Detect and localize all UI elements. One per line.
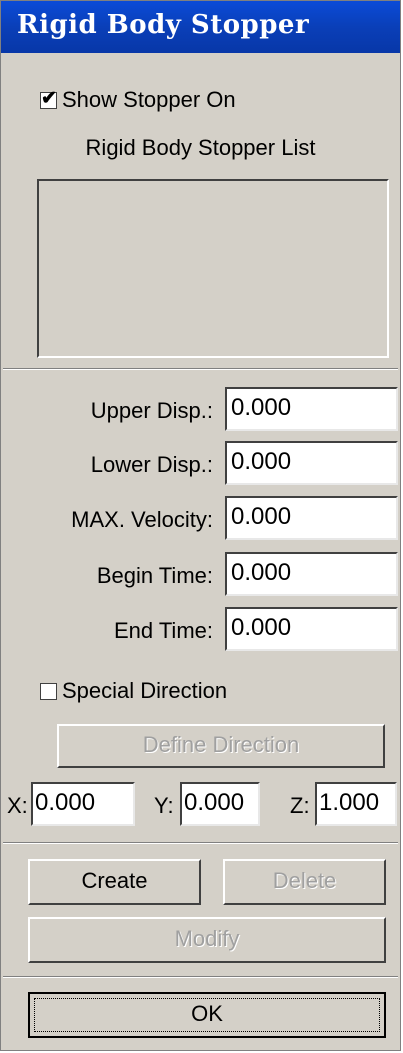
define-direction-button[interactable]: Define Direction: [57, 724, 385, 768]
upper-disp-label: Upper Disp.:: [90, 398, 213, 423]
show-stopper-checkbox[interactable]: ✔: [40, 88, 57, 109]
rigid-body-stopper-dialog: Rigid Body Stopper ✔ Show Stopper On Rig…: [0, 0, 401, 1051]
end-time-label: End Time:: [113, 618, 213, 643]
y-label: Y:: [154, 793, 174, 818]
max-velocity-input[interactable]: 0.000: [225, 496, 398, 540]
end-time-input[interactable]: 0.000: [225, 607, 398, 651]
separator: [3, 368, 398, 370]
create-button[interactable]: Create: [28, 859, 201, 905]
separator: [3, 976, 398, 978]
max-velocity-label: MAX. Velocity:: [71, 507, 213, 532]
checkmark-icon: ✔: [41, 88, 57, 109]
special-direction-checkbox[interactable]: [40, 683, 57, 700]
lower-disp-input[interactable]: 0.000: [225, 441, 398, 485]
begin-time-input[interactable]: 0.000: [225, 552, 398, 596]
ok-button[interactable]: OK: [28, 992, 386, 1038]
delete-button[interactable]: Delete: [223, 859, 386, 905]
modify-button[interactable]: Modify: [28, 917, 386, 963]
stopper-list[interactable]: [37, 179, 389, 358]
ok-label: OK: [191, 1001, 223, 1026]
x-label: X:: [7, 793, 28, 818]
z-label: Z:: [290, 793, 310, 818]
lower-disp-label: Lower Disp.:: [90, 452, 213, 477]
stopper-list-title: Rigid Body Stopper List: [85, 135, 316, 160]
begin-time-label: Begin Time:: [96, 563, 213, 588]
y-input[interactable]: 0.000: [180, 782, 260, 826]
title-bar[interactable]: Rigid Body Stopper: [1, 1, 400, 53]
define-direction-label: Define Direction: [142, 732, 300, 757]
upper-disp-input[interactable]: 0.000: [225, 387, 398, 431]
x-input[interactable]: 0.000: [31, 782, 135, 826]
special-direction-label[interactable]: Special Direction: [62, 678, 227, 704]
window-title: Rigid Body Stopper: [17, 10, 310, 40]
separator: [3, 842, 398, 844]
z-input[interactable]: 1.000: [315, 782, 397, 826]
show-stopper-label[interactable]: Show Stopper On: [62, 87, 236, 113]
